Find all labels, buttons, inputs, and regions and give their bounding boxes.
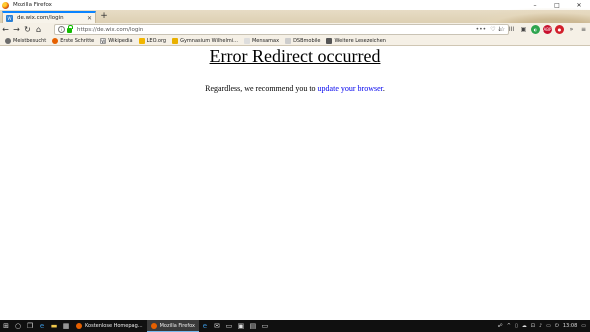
taskbar-app-homepage[interactable]: Kostenlose Homepag... [72, 320, 147, 332]
mail-icon[interactable]: ✉ [211, 320, 223, 332]
minimize-button[interactable]: – [524, 0, 546, 10]
page-icon [285, 37, 292, 44]
leo-icon [138, 37, 145, 44]
lock-icon [67, 25, 73, 33]
toolbar-icons: ↓ ⅠⅠⅠ ▣ ◐ ABP ● » ≡ [495, 24, 588, 35]
navigation-toolbar: ← → ↻ ⌂ i https://de.wix.com/login ••• ♡… [0, 23, 590, 36]
library-icon[interactable]: ⅠⅠⅠ [507, 25, 516, 34]
reload-button[interactable]: ↻ [22, 24, 33, 35]
photos-icon[interactable]: ▭ [223, 320, 235, 332]
folder-icon [326, 37, 333, 44]
bookmark-label: Gymnasium Wilhelmi... [180, 37, 238, 44]
page-icon [243, 37, 250, 44]
tab-close-icon[interactable]: ✕ [87, 15, 92, 22]
maximize-button[interactable]: □ [546, 0, 568, 10]
forward-button[interactable]: → [11, 24, 22, 35]
gear-icon [5, 37, 11, 44]
back-button[interactable]: ← [0, 24, 11, 35]
language-icon[interactable]: ▭ [546, 323, 551, 329]
update-browser-link[interactable]: update your browser [318, 84, 383, 93]
edge-icon[interactable]: e [36, 320, 48, 332]
windows-start-icon[interactable]: ⊞ [0, 320, 12, 332]
people-icon[interactable]: ☍ [498, 323, 503, 329]
calculator-icon[interactable]: ▤ [247, 320, 259, 332]
red-extension-icon[interactable]: ● [555, 25, 564, 34]
clock[interactable]: 13:08 [563, 323, 577, 329]
firefox-icon [52, 37, 59, 44]
extension-icon[interactable]: ◐ [531, 25, 540, 34]
home-button[interactable]: ⌂ [33, 24, 44, 35]
url-text[interactable]: https://de.wix.com/login [77, 27, 143, 33]
bookmark-erste-schritte[interactable]: Erste Schritte [52, 37, 95, 44]
windows-taskbar: ⊞ ○ ❐ e ▬ ▦ Kostenlose Homepag... Mozill… [0, 320, 590, 332]
url-bar[interactable]: i https://de.wix.com/login ••• ♡ ☆ [54, 24, 509, 35]
bookmark-label: Erste Schritte [60, 37, 95, 44]
bookmark-wikipedia[interactable]: W Wikipedia [100, 37, 133, 44]
taskbar-app-firefox[interactable]: Mozilla Firefox [146, 320, 199, 332]
firefox-icon [2, 1, 9, 9]
tab-label: de.wix.com/login [17, 15, 64, 21]
message-prefix: Regardless, we recommend you to [205, 84, 318, 93]
edge-browser-icon[interactable]: e [199, 320, 211, 332]
error-heading: Error Redirect occurred [209, 46, 381, 66]
bookmark-gymnasium[interactable]: Gymnasium Wilhelmi... [172, 37, 238, 44]
bookmark-leo[interactable]: LEO.org [138, 37, 167, 44]
bookmark-dsbmobile[interactable]: DSBmobile [285, 37, 321, 44]
firefox-icon [76, 323, 82, 329]
bookmarks-toolbar: Meistbesucht Erste Schritte W Wikipedia … [0, 36, 590, 46]
battery-icon[interactable]: ▯ [515, 323, 518, 329]
overflow-chevron-icon[interactable]: » [567, 25, 576, 34]
bookmark-label: DSBmobile [293, 37, 321, 44]
taskbar-app-label: Kostenlose Homepag... [85, 323, 143, 329]
school-icon [172, 37, 179, 44]
volume-icon[interactable]: ♪ [539, 323, 542, 329]
store-icon[interactable]: ▦ [60, 320, 72, 332]
notification-icon[interactable]: ▭ [581, 323, 586, 329]
window-controls: – □ ✕ [524, 0, 590, 10]
wikipedia-icon: W [100, 37, 107, 44]
wix-favicon-icon: W [6, 14, 13, 22]
app-icon[interactable]: ▣ [235, 320, 247, 332]
site-info-icon[interactable]: i [58, 26, 65, 33]
bookmark-meistbesucht[interactable]: Meistbesucht [5, 37, 47, 44]
error-message: Regardless, we recommend you to update y… [0, 84, 590, 93]
page-content: Error Redirect occurred Regardless, we r… [0, 46, 590, 320]
keyboard-icon[interactable]: ▭ [259, 320, 271, 332]
tray-chevron-icon[interactable]: ^ [507, 323, 511, 329]
tab-strip: W de.wix.com/login ✕ + [0, 10, 590, 23]
power-icon[interactable]: ⏻ [555, 323, 559, 329]
close-window-button[interactable]: ✕ [568, 0, 590, 10]
onedrive-icon[interactable]: ☁ [522, 323, 527, 329]
window-title-bar: Mozilla Firefox – □ ✕ [0, 0, 590, 10]
message-suffix: . [382, 84, 385, 93]
tab-wix-login[interactable]: W de.wix.com/login ✕ [2, 11, 96, 23]
adblock-icon[interactable]: ABP [543, 25, 552, 34]
new-tab-button[interactable]: + [99, 11, 109, 22]
bookmark-weitere-lesezeichen[interactable]: Weitere Lesezeichen [326, 37, 386, 44]
taskbar-app-label: Mozilla Firefox [159, 322, 195, 329]
bookmark-mensamax[interactable]: Mensamax [243, 37, 280, 44]
bookmark-label: Wikipedia [108, 37, 133, 44]
bookmark-label: Mensamax [251, 37, 280, 44]
firefox-icon [150, 322, 157, 329]
bookmark-label: Weitere Lesezeichen [334, 37, 386, 44]
file-explorer-icon[interactable]: ▬ [48, 320, 60, 332]
search-icon[interactable]: ○ [12, 320, 24, 332]
network-icon[interactable]: ⊡ [531, 323, 535, 329]
page-actions-icon[interactable]: ••• [476, 26, 487, 33]
sidebar-icon[interactable]: ▣ [519, 25, 528, 34]
bookmark-label: Meistbesucht [13, 37, 47, 44]
task-view-icon[interactable]: ❐ [24, 320, 36, 332]
bookmark-label: LEO.org [146, 37, 167, 44]
hamburger-menu-icon[interactable]: ≡ [579, 25, 588, 34]
window-title: Mozilla Firefox [13, 2, 52, 8]
download-icon[interactable]: ↓ [495, 25, 504, 34]
system-tray: ☍ ^ ▯ ☁ ⊡ ♪ ▭ ⏻ 13:08 ▭ [498, 320, 590, 332]
